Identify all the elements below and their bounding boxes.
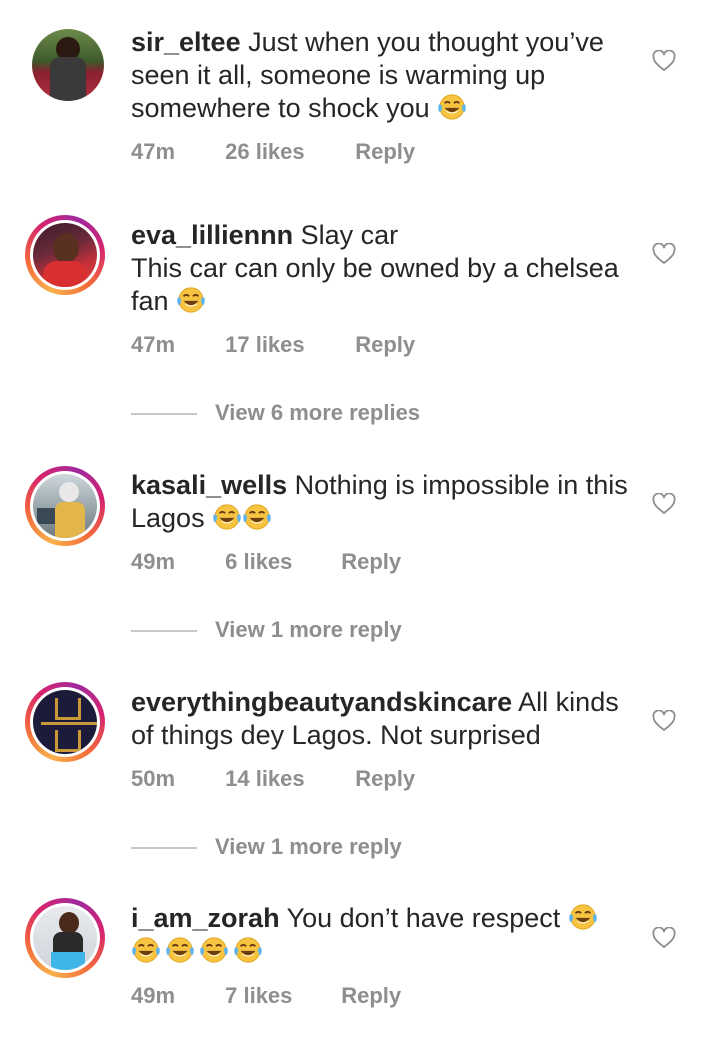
view-replies-label[interactable]: View 6 more replies: [215, 400, 420, 425]
comment-meta: 47m 26 likes Reply: [131, 139, 415, 165]
comment-time: 49m: [131, 549, 176, 574]
comment-meta: 49m 7 likes Reply: [131, 983, 401, 1009]
view-replies-link[interactable]: View 1 more reply: [131, 834, 402, 860]
comment-meta: 47m 17 likes Reply: [131, 332, 415, 358]
comment-likes[interactable]: 7 likes: [225, 983, 335, 1009]
joy-emoji-icon: [437, 93, 467, 121]
joy-emoji-icon: [165, 936, 195, 964]
view-replies-link[interactable]: View 6 more replies: [131, 400, 420, 426]
joy-emoji-icon: [242, 503, 272, 531]
view-replies-divider: [131, 847, 197, 849]
avatar[interactable]: [32, 29, 104, 101]
joy-emoji-icon: [233, 936, 263, 964]
comment-likes[interactable]: 6 likes: [225, 549, 335, 575]
comment-time: 49m: [131, 983, 176, 1008]
joy-emoji-icon: [131, 936, 161, 964]
comment-text: i_am_zorah You don’t have respect: [131, 902, 631, 968]
comment-meta: 50m 14 likes Reply: [131, 766, 415, 792]
reply-button[interactable]: Reply: [355, 139, 415, 165]
comment-time: 47m: [131, 139, 176, 164]
heart-icon[interactable]: [652, 50, 676, 72]
heart-icon[interactable]: [652, 493, 676, 515]
heart-icon[interactable]: [652, 710, 676, 732]
comment-meta: 49m 6 likes Reply: [131, 549, 401, 575]
joy-emoji-icon: [212, 503, 242, 531]
comment-username[interactable]: everythingbeautyandskincare: [131, 687, 512, 717]
reply-button[interactable]: Reply: [355, 332, 415, 358]
comment-username[interactable]: kasali_wells: [131, 470, 287, 500]
reply-button[interactable]: Reply: [355, 766, 415, 792]
joy-emoji-icon: [199, 936, 229, 964]
heart-icon[interactable]: [652, 927, 676, 949]
view-replies-label[interactable]: View 1 more reply: [215, 617, 402, 642]
view-replies-divider: [131, 630, 197, 632]
comment-likes[interactable]: 26 likes: [225, 139, 349, 165]
avatar[interactable]: [25, 466, 105, 546]
comment-text: sir_eltee Just when you thought you’ve s…: [131, 26, 631, 125]
avatar[interactable]: [25, 215, 105, 295]
joy-emoji-icon: [176, 286, 206, 314]
comment-body: You don’t have respect: [286, 903, 561, 933]
view-replies-label[interactable]: View 1 more reply: [215, 834, 402, 859]
comment-username[interactable]: eva_lilliennn: [131, 220, 293, 250]
view-replies-divider: [131, 413, 197, 415]
heart-icon[interactable]: [652, 243, 676, 265]
view-replies-link[interactable]: View 1 more reply: [131, 617, 402, 643]
comment-time: 50m: [131, 766, 176, 791]
comment-text: kasali_wells Nothing is impossible in th…: [131, 469, 631, 535]
comment-username[interactable]: i_am_zorah: [131, 903, 280, 933]
comment-body: Slay car: [300, 220, 399, 250]
avatar[interactable]: [25, 898, 105, 978]
reply-button[interactable]: Reply: [341, 983, 401, 1009]
comment-time: 47m: [131, 332, 176, 357]
comment-username[interactable]: sir_eltee: [131, 27, 241, 57]
comment-text: eva_lilliennn Slay car This car can only…: [131, 219, 631, 318]
comment-likes[interactable]: 17 likes: [225, 332, 349, 358]
comment-text: everythingbeautyandskincare All kinds of…: [131, 686, 631, 752]
reply-button[interactable]: Reply: [341, 549, 401, 575]
joy-emoji-icon: [568, 903, 598, 931]
comment-likes[interactable]: 14 likes: [225, 766, 349, 792]
avatar[interactable]: [25, 682, 105, 762]
